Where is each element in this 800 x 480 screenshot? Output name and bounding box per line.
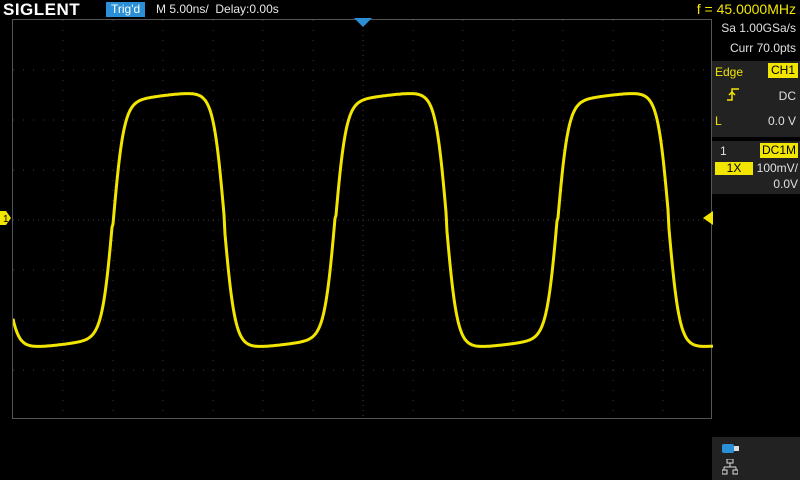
waveform-grid [13, 20, 713, 420]
trigger-level-value: 0.0 V [767, 114, 796, 128]
rising-edge-icon [727, 88, 739, 101]
trigger-panel[interactable]: Edge CH1 DC L 0.0 V [712, 61, 800, 137]
frequency-counter: f = 45.0000MHz [696, 1, 796, 17]
trigger-status-badge: Trig'd [106, 2, 146, 17]
trigger-level-label: L [715, 114, 722, 128]
brand-logo: SIGLENT [3, 0, 81, 19]
waveform-display[interactable] [12, 19, 713, 420]
graticule [13, 20, 713, 420]
timebase-readout[interactable]: M 5.00ns/ Delay:0.00s [156, 0, 279, 19]
sample-rate: Sa 1.00GSa/s [721, 21, 796, 35]
timebase-value: M 5.00ns/ [156, 2, 209, 16]
channel-number: 1 [720, 144, 727, 158]
volts-per-div: 100mV/ [756, 161, 798, 175]
delay-value: Delay:0.00s [215, 2, 279, 16]
usb-icon [722, 444, 739, 453]
trigger-coupling: DC [778, 89, 796, 103]
channel1-panel[interactable]: 1 DC1M 1X 100mV/ 0.0V [712, 141, 800, 194]
trigger-source-badge: CH1 [767, 63, 798, 78]
ch1-offset-marker[interactable]: 1 [0, 211, 11, 225]
trigger-position-marker[interactable] [354, 18, 372, 27]
channel-coupling-badge: DC1M [759, 143, 798, 158]
network-icon [722, 459, 738, 475]
top-status-bar: SIGLENT Trig'd M 5.00ns/ Delay:0.00s f =… [0, 0, 800, 19]
trigger-type-label: Edge [715, 65, 744, 79]
probe-attenuation-badge: 1X [715, 162, 753, 175]
status-icons-panel [712, 437, 800, 480]
record-length: Curr 70.0pts [729, 41, 796, 55]
trigger-level-marker[interactable] [703, 211, 713, 225]
channel-offset: 0.0V [773, 177, 798, 191]
ch1-marker-label: 1 [3, 214, 9, 225]
